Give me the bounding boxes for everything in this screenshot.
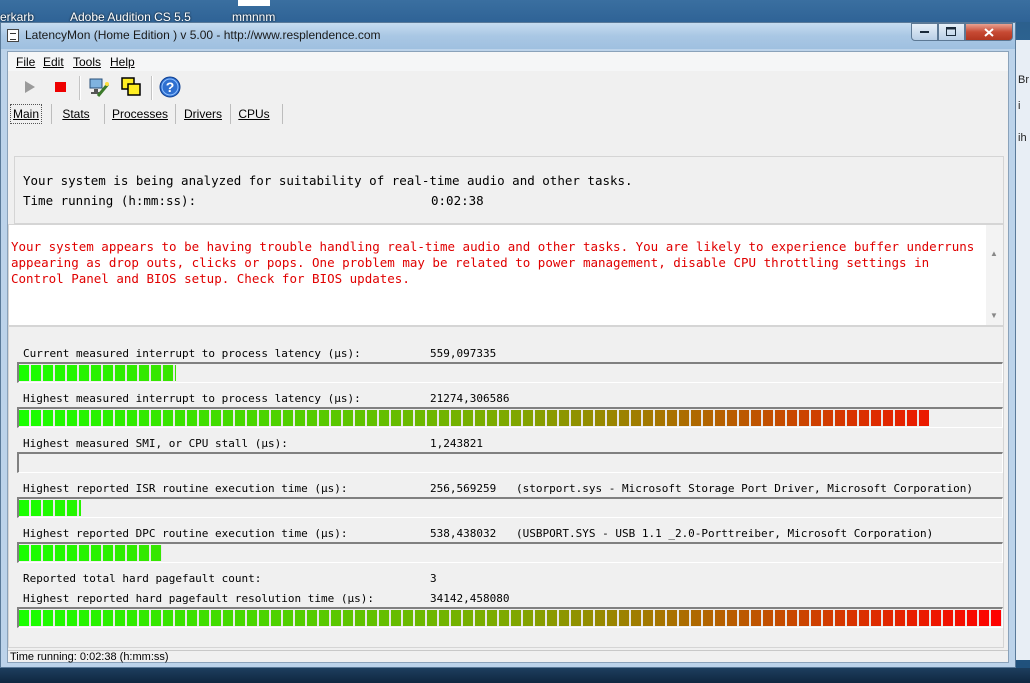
status-bar: Time running: 0:02:38 (h:mm:ss)	[8, 650, 1008, 664]
dpc-time-bar	[17, 542, 1003, 563]
tab-main-label: Main	[12, 107, 39, 121]
status-bar-text: Time running: 0:02:38 (h:mm:ss)	[10, 651, 169, 663]
tab-separator	[175, 104, 176, 124]
scroll-up-arrow-icon[interactable]: ▲	[990, 249, 998, 258]
tab-processes-label: Processes	[111, 107, 169, 121]
desktop-icon[interactable]	[238, 0, 270, 6]
help-button[interactable]: ?	[158, 75, 182, 99]
tab-stats-label: Stats	[62, 107, 90, 121]
close-icon	[984, 27, 994, 37]
minimize-button[interactable]	[911, 23, 938, 41]
tab-processes[interactable]: Processes	[109, 104, 171, 124]
tab-separator	[51, 104, 52, 124]
isr-time-bar	[17, 497, 1003, 518]
toolbar: ?	[8, 72, 1008, 102]
pagefault-time-bar	[17, 607, 1003, 628]
window-title: LatencyMon (Home Edition ) v 5.00 - http…	[25, 28, 381, 42]
minimize-icon	[919, 31, 929, 33]
tab-separator	[104, 104, 105, 124]
stop-button[interactable]	[49, 75, 73, 99]
menu-tools-label: Tools	[73, 55, 102, 69]
menu-bar: File Edit Tools Help	[8, 52, 1008, 71]
close-button[interactable]	[965, 23, 1013, 41]
pagefault-time-label: Highest reported hard pagefault resoluti…	[23, 592, 374, 605]
time-running-label: Time running (h:mm:ss):	[23, 193, 197, 208]
start-button[interactable]	[18, 75, 42, 99]
highest-latency-value: 21274,306586	[430, 392, 510, 405]
help-icon: ?	[159, 76, 181, 98]
menu-tools[interactable]: Tools	[73, 55, 101, 69]
window-controls	[911, 23, 1013, 42]
menu-help[interactable]: Help	[110, 55, 135, 69]
pagefault-time-value: 34142,458080	[430, 592, 510, 605]
smi-stall-bar	[17, 452, 1003, 473]
client-area: File Edit Tools Help ? Main Stats Proces…	[7, 51, 1009, 663]
menu-file-label: File	[16, 55, 36, 69]
isr-time-bar-fill	[19, 500, 81, 516]
tab-separator	[230, 104, 231, 124]
title-bar[interactable]: LatencyMon (Home Edition ) v 5.00 - http…	[1, 23, 1015, 49]
warning-panel: Your system appears to be having trouble…	[8, 224, 1004, 326]
pagefault-time-bar-fill	[19, 610, 1002, 626]
dpc-time-label: Highest reported DPC routine execution t…	[23, 527, 348, 540]
tab-drivers-label: Drivers	[184, 107, 222, 121]
background-window-strip: Br i ih	[1014, 40, 1030, 660]
scroll-down-arrow-icon[interactable]: ▼	[990, 311, 998, 320]
windows-button[interactable]	[119, 75, 143, 99]
tab-main[interactable]: Main	[10, 104, 42, 124]
warning-scrollbar[interactable]: ▲ ▼	[986, 225, 1003, 325]
analysis-panel: Your system is being analyzed for suitab…	[14, 156, 1004, 224]
strip-text-3: ih	[1018, 132, 1027, 144]
highest-latency-label: Highest measured interrupt to process la…	[23, 392, 361, 405]
strip-text-2: i	[1018, 100, 1021, 112]
menu-file[interactable]: File	[16, 55, 35, 69]
tab-cpus-label: CPUs	[238, 107, 270, 121]
computer-wand-icon	[89, 78, 110, 97]
latencymon-window: LatencyMon (Home Edition ) v 5.00 - http…	[0, 22, 1016, 668]
current-latency-bar-fill	[19, 365, 176, 381]
highest-latency-bar	[17, 407, 1003, 428]
dpc-time-bar-fill	[19, 545, 162, 561]
metrics-panel: Current measured interrupt to process la…	[8, 326, 1004, 648]
menu-help-label: Help	[110, 55, 135, 69]
maximize-button[interactable]	[938, 23, 965, 41]
play-icon	[25, 81, 35, 93]
toolbar-separator	[79, 76, 81, 100]
dpc-time-value: 538,438032	[430, 527, 497, 540]
toolbar-separator	[151, 76, 153, 100]
isr-time-label: Highest reported ISR routine execution t…	[23, 482, 348, 495]
pagefault-count-value: 3	[430, 572, 437, 585]
current-latency-bar	[17, 362, 1003, 383]
dpc-driver-info: (USBPORT.SYS - USB 1.1 _2.0-Porttreiber,…	[516, 527, 934, 540]
menu-edit-label: Edit	[43, 55, 64, 69]
current-latency-label: Current measured interrupt to process la…	[23, 347, 361, 360]
menu-edit[interactable]: Edit	[43, 55, 64, 69]
stop-icon	[55, 82, 66, 92]
tab-separator	[282, 104, 283, 124]
strip-text-1: Br	[1018, 74, 1029, 86]
app-icon[interactable]	[7, 29, 19, 42]
maximize-icon	[946, 27, 956, 36]
tab-stats[interactable]: Stats	[56, 104, 96, 124]
isr-time-value: 256,569259	[430, 482, 497, 495]
analyze-button[interactable]	[87, 75, 111, 99]
highest-latency-bar-fill	[19, 410, 929, 426]
tab-drivers[interactable]: Drivers	[180, 104, 226, 124]
isr-driver-info: (storport.sys - Microsoft Storage Port D…	[516, 482, 973, 495]
pagefault-count-label: Reported total hard pagefault count:	[23, 572, 262, 585]
windows-icon	[121, 77, 141, 96]
smi-stall-value: 1,243821	[430, 437, 483, 450]
analysis-message: Your system is being analyzed for suitab…	[23, 173, 633, 188]
warning-message: Your system appears to be having trouble…	[11, 239, 975, 286]
svg-text:?: ?	[166, 79, 175, 95]
time-running-value: 0:02:38	[431, 193, 484, 208]
taskbar	[0, 668, 1030, 683]
smi-stall-label: Highest measured SMI, or CPU stall (µs):	[23, 437, 288, 450]
tab-cpus[interactable]: CPUs	[235, 104, 273, 124]
current-latency-value: 559,097335	[430, 347, 497, 360]
tab-bar: Main Stats Processes Drivers CPUs	[8, 102, 1008, 126]
